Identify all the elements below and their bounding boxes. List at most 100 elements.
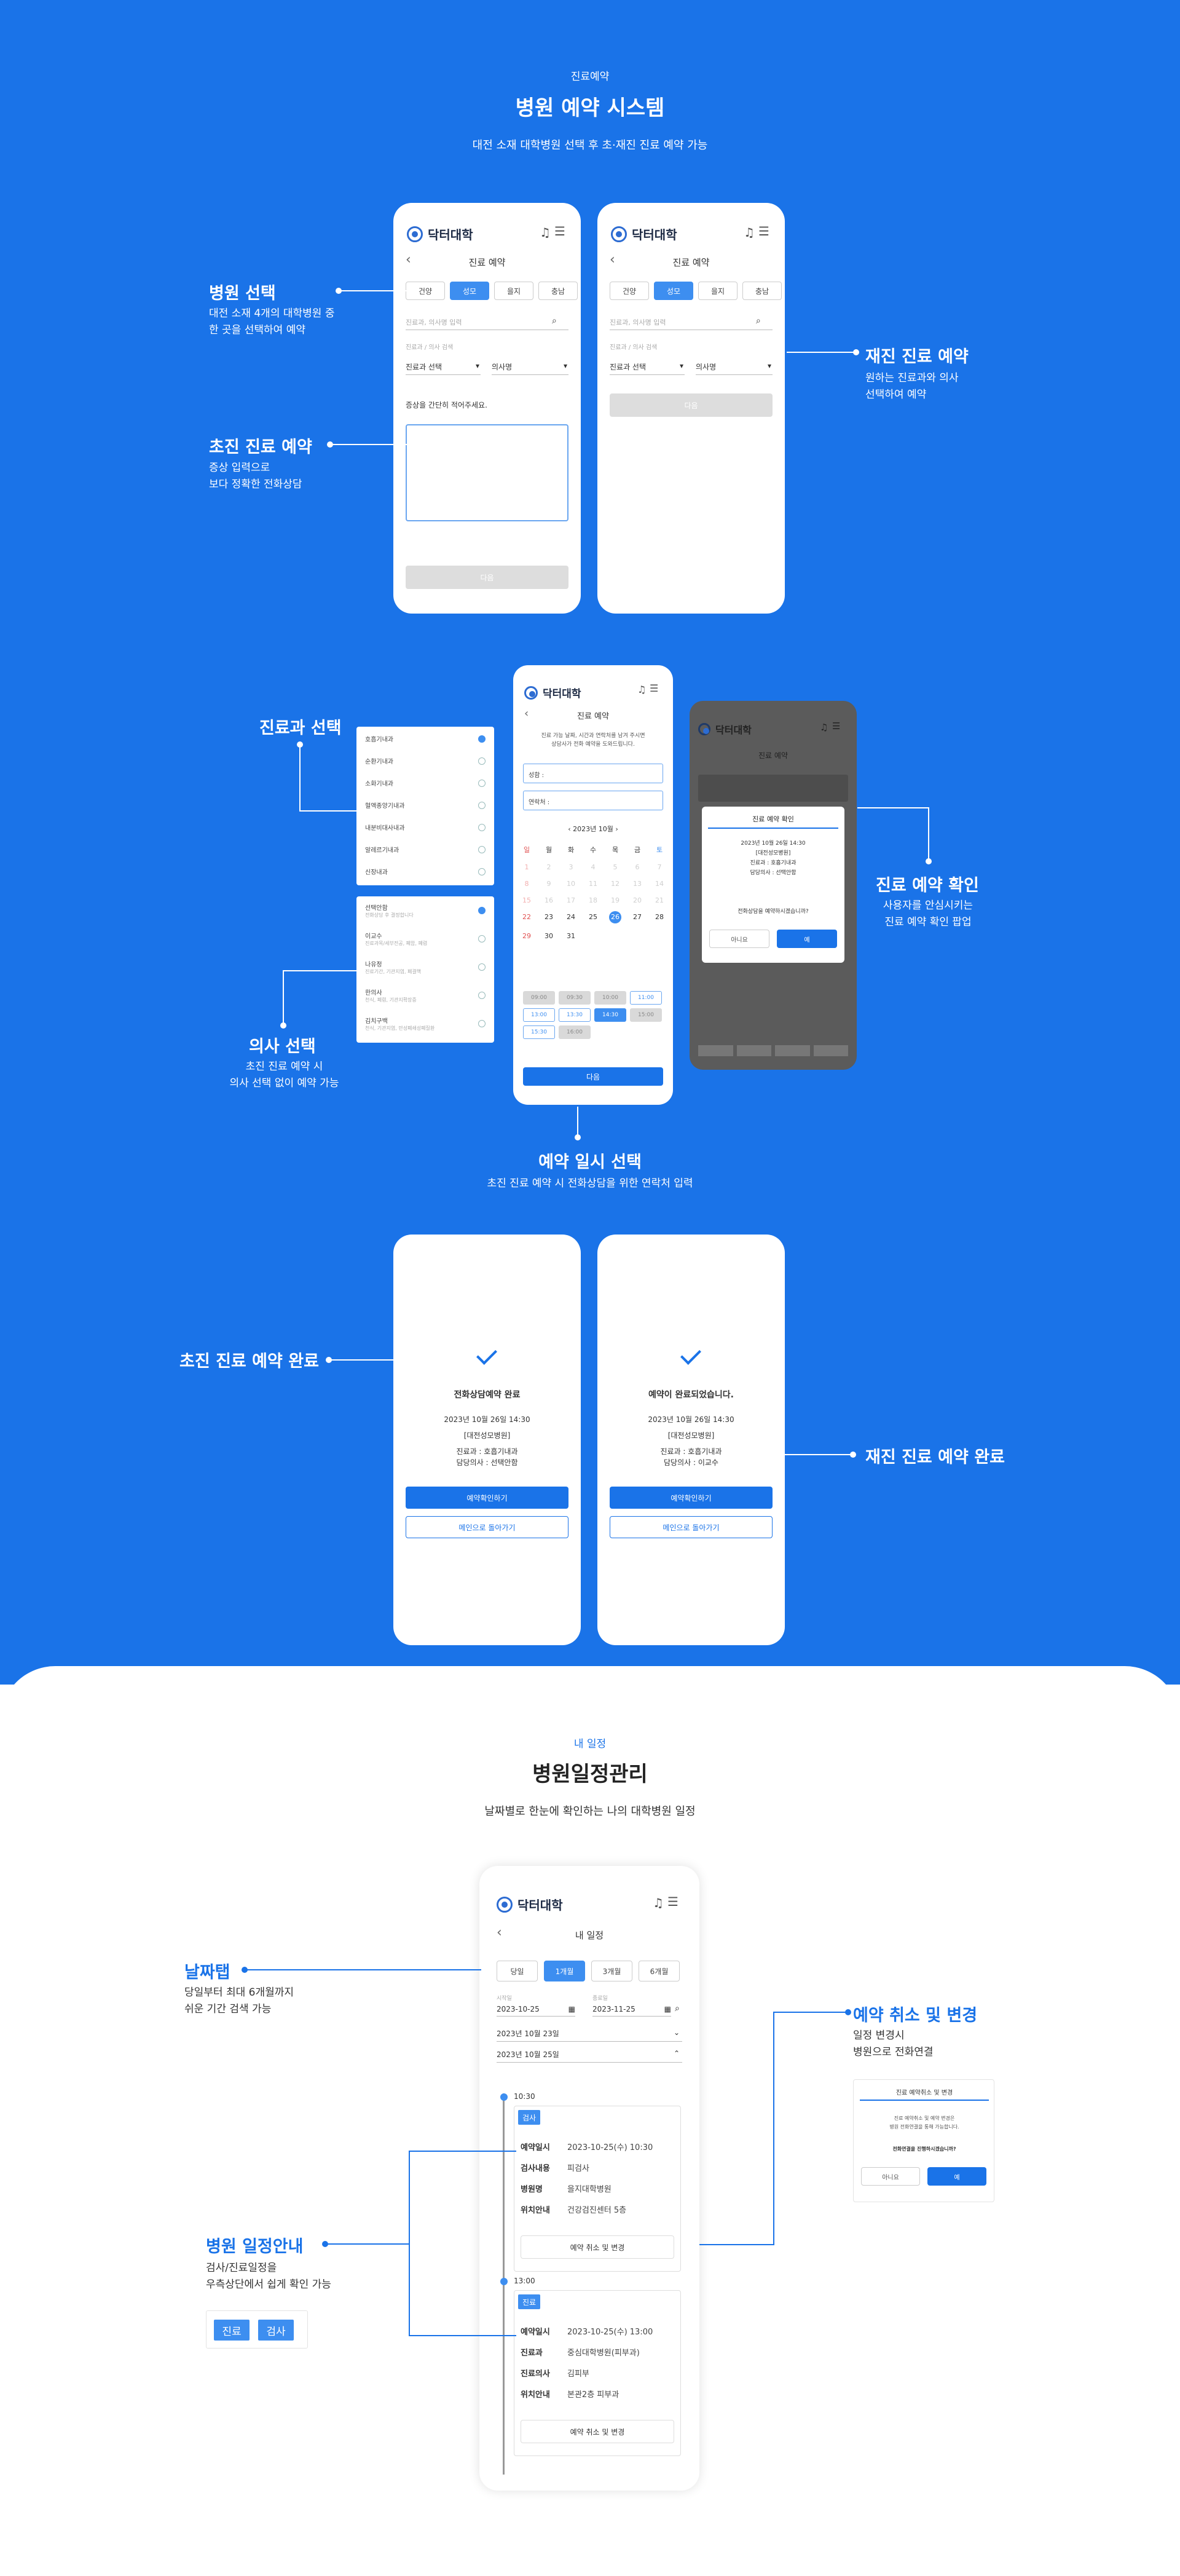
chevron-down-icon[interactable]: ⌄ [674, 2028, 680, 2037]
calendar-day[interactable]: 26 [609, 911, 621, 923]
phone-input[interactable]: 연락처 : [523, 791, 663, 810]
time-slot[interactable]: 11:00 [630, 991, 662, 1005]
tab-hospital-1[interactable]: 건양 [610, 282, 649, 300]
radio-icon[interactable] [478, 867, 486, 875]
tab-3-months[interactable]: 3개월 [591, 1961, 632, 1981]
radio-icon[interactable] [478, 757, 486, 765]
list-item[interactable]: 알레르기내과 [365, 845, 486, 854]
tab-hospital-1[interactable]: 건양 [406, 282, 445, 300]
symptom-textarea[interactable] [406, 424, 568, 521]
search-icon[interactable]: ⌕ [552, 316, 557, 326]
calendar-day[interactable]: 24 [560, 913, 582, 923]
calendar-day[interactable]: 13 [626, 880, 648, 888]
tab-6-months[interactable]: 6개월 [639, 1961, 680, 1981]
list-item[interactable]: 김치구백 천식, 기관지염, 만성폐쇄성폐질환 [365, 1016, 486, 1032]
check-reservation-button[interactable]: 예약확인하기 [406, 1487, 568, 1509]
end-date-field[interactable]: 2023-11-25 ▦ [592, 2005, 671, 2017]
dialog-no-button[interactable]: 아니요 [709, 930, 769, 948]
bell-icon[interactable]: ♫ [653, 1895, 664, 1910]
next-month-icon[interactable]: › [615, 825, 618, 833]
radio-icon[interactable] [478, 845, 486, 853]
menu-icon[interactable]: ☰ [554, 224, 565, 239]
calendar-day[interactable]: 18 [582, 896, 604, 904]
radio-icon[interactable] [478, 735, 486, 743]
list-item[interactable]: 한의사 천식, 폐렴, 기관지확장증 [365, 987, 486, 1003]
calendar-day[interactable]: 27 [626, 913, 648, 923]
calendar-day[interactable]: 9 [538, 880, 560, 888]
list-item[interactable]: 순환기내과 [365, 756, 486, 765]
search-input[interactable]: 진료과, 의사명 입력 [610, 317, 773, 330]
menu-icon[interactable]: ☰ [650, 682, 658, 694]
start-date-field[interactable]: 2023-10-25 ▦ [497, 2005, 575, 2017]
calendar-day[interactable]: 30 [538, 932, 560, 940]
calendar-day[interactable]: 23 [538, 913, 560, 923]
calendar-icon[interactable]: ▦ [568, 2005, 575, 2013]
time-slot[interactable]: 15:30 [523, 1025, 555, 1039]
radio-icon[interactable] [478, 935, 486, 942]
calendar-day[interactable]: 25 [582, 913, 604, 923]
radio-icon[interactable] [478, 779, 486, 787]
calendar-day[interactable]: 4 [582, 863, 604, 871]
list-item[interactable]: 신장내과 [365, 867, 486, 876]
calendar-day[interactable]: 11 [582, 880, 604, 888]
calendar-day[interactable]: 3 [560, 863, 582, 871]
list-item[interactable]: 내분비대사내과 [365, 823, 486, 832]
tab-1-month[interactable]: 1개월 [544, 1961, 585, 1981]
calendar-day[interactable]: 19 [604, 896, 626, 904]
bell-icon[interactable]: ♫ [637, 684, 646, 695]
time-slot[interactable]: 14:30 [594, 1008, 626, 1022]
menu-icon[interactable]: ☰ [758, 224, 769, 239]
calendar-day[interactable]: 21 [648, 896, 671, 904]
radio-icon[interactable] [478, 801, 486, 809]
time-slot[interactable]: 09:00 [523, 991, 555, 1005]
radio-icon[interactable] [478, 907, 486, 914]
bell-icon[interactable]: ♫ [540, 225, 551, 240]
calendar-day[interactable]: 6 [626, 863, 648, 871]
tab-hospital-3[interactable]: 을지 [698, 282, 738, 300]
dept-select[interactable]: 진료과 선택 ▾ [610, 362, 685, 375]
name-input[interactable]: 성함 : [523, 764, 663, 783]
tab-hospital-4[interactable]: 충남 [742, 282, 782, 300]
list-item[interactable]: 이교수 진료과목/세부전공, 폐암, 폐렴 [365, 931, 486, 947]
search-input[interactable]: 진료과, 의사명 입력 [406, 317, 568, 330]
mini-dialog-no-button[interactable]: 아니요 [861, 2167, 920, 2186]
calendar-icon[interactable]: ▦ [664, 2005, 671, 2013]
tab-today[interactable]: 당일 [497, 1961, 538, 1981]
tab-hospital-2[interactable]: 성모 [654, 282, 693, 300]
calendar-day[interactable]: 8 [516, 880, 538, 888]
time-slot[interactable]: 10:00 [594, 991, 626, 1005]
bell-icon[interactable]: ♫ [744, 225, 755, 240]
calendar-day[interactable]: 16 [538, 896, 560, 904]
cancel-change-button[interactable]: 예약 취소 및 변경 [521, 2235, 674, 2259]
list-item[interactable]: 호흡기내과 [365, 734, 486, 743]
next-button[interactable]: 다음 [406, 566, 568, 589]
list-item[interactable]: 선택안함 전화상담 후 결정합니다 [365, 903, 486, 919]
calendar-day[interactable]: 1 [516, 863, 538, 871]
home-button[interactable]: 메인으로 돌아가기 [406, 1516, 568, 1538]
home-button[interactable]: 메인으로 돌아가기 [610, 1516, 773, 1538]
radio-icon[interactable] [478, 1020, 486, 1027]
calendar-day[interactable]: 28 [648, 913, 671, 923]
calendar-day[interactable]: 2 [538, 863, 560, 871]
next-button[interactable]: 다음 [610, 393, 773, 417]
next-button[interactable]: 다음 [523, 1067, 663, 1086]
radio-icon[interactable] [478, 823, 486, 831]
dialog-yes-button[interactable]: 예 [777, 930, 837, 948]
dept-select[interactable]: 진료과 선택 ▾ [406, 362, 481, 375]
time-slot[interactable]: 15:00 [630, 1008, 662, 1022]
accordion-date-2[interactable]: 2023년 10월 25일 ⌃ [497, 2049, 682, 2063]
search-icon[interactable]: ⌕ [756, 316, 761, 326]
calendar-day[interactable]: 5 [604, 863, 626, 871]
calendar-day[interactable]: 14 [648, 880, 671, 888]
time-slot[interactable]: 09:30 [559, 991, 591, 1005]
tab-hospital-2[interactable]: 성모 [450, 282, 489, 300]
doctor-select[interactable]: 의사명 ▾ [492, 362, 568, 375]
menu-icon[interactable]: ☰ [667, 1894, 678, 1909]
cancel-change-button[interactable]: 예약 취소 및 변경 [521, 2420, 674, 2443]
prev-month-icon[interactable]: ‹ [568, 825, 570, 833]
list-item[interactable]: 소화기내과 [365, 778, 486, 788]
mini-dialog-yes-button[interactable]: 예 [927, 2167, 986, 2186]
chevron-up-icon[interactable]: ⌃ [674, 2049, 680, 2058]
radio-icon[interactable] [478, 992, 486, 999]
time-slot[interactable]: 13:00 [523, 1008, 555, 1022]
